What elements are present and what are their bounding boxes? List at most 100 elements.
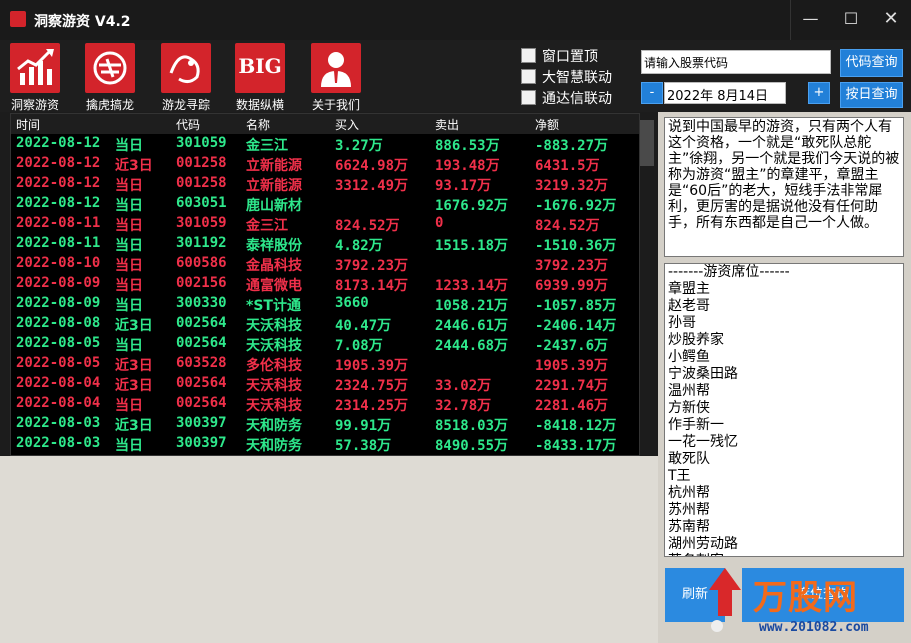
seat-list-item[interactable]: 著名刺客 (668, 553, 900, 556)
title-bar: 洞察游资 V4.2 — ☐ ✕ (0, 0, 911, 40)
tool-tiger-button[interactable]: 擒虎搞龙 (79, 43, 141, 113)
cell-code: 300330 (176, 295, 227, 311)
table-row[interactable]: 2022-08-09 当日 300330 *ST计通 3660 1058.21万 -1057… (11, 294, 639, 314)
table-row[interactable]: 2022-08-03 当日 300397 天和防务 57.38万 8490.55万 -843… (11, 434, 639, 454)
tool-about-button[interactable]: 关于我们 (305, 43, 367, 113)
date-query-button[interactable]: 按日查询 (840, 82, 903, 108)
cell-name: 天沃科技 (246, 338, 302, 354)
table-row[interactable]: 2022-08-04 当日 002564 天沃科技 2314.25万 32.78万 2281… (11, 394, 639, 414)
seat-list-item[interactable]: T王 (668, 468, 900, 485)
seat-list-item[interactable]: 苏南帮 (668, 519, 900, 536)
minimize-button[interactable]: — (790, 0, 830, 40)
cell-sell: 93.17万 (435, 178, 492, 194)
date-picker[interactable]: 2022年 8月14日 (664, 82, 786, 104)
cell-name: 立新能源 (246, 178, 302, 194)
cell-net: 6939.99万 (535, 278, 609, 294)
cell-buy: 3.27万 (335, 138, 383, 154)
cell-name: 天和防务 (246, 418, 302, 434)
seat-list-item[interactable]: 苏州帮 (668, 502, 900, 519)
table-row[interactable]: 2022-08-11 当日 301059 金三江 824.52万 0 824.52万 (11, 214, 639, 234)
cell-buy: 4.82万 (335, 238, 383, 254)
seat-list-item[interactable]: 赵老哥 (668, 298, 900, 315)
table-row[interactable]: 2022-08-09 当日 002156 通富微电 8173.14万 1233.14万 69… (11, 274, 639, 294)
always-on-top-checkbox[interactable]: 窗口置顶 (521, 46, 598, 66)
seat-list-item[interactable]: 宁波桑田路 (668, 366, 900, 383)
cell-sell: 1233.14万 (435, 278, 509, 294)
date-minus-button[interactable]: - (641, 82, 663, 104)
cell-date: 2022-08-03 (16, 415, 101, 431)
cell-name: 天沃科技 (246, 398, 302, 414)
seat-list-item[interactable]: 作手新一 (668, 417, 900, 434)
seat-list-item[interactable]: 敢死队 (668, 451, 900, 468)
cell-code: 002156 (176, 275, 227, 291)
cell-buy: 3660 (335, 295, 369, 311)
cell-sell: 8518.03万 (435, 418, 509, 434)
header-net: 净额 (535, 118, 560, 132)
cell-code: 300397 (176, 415, 227, 431)
cell-period: 当日 (115, 238, 143, 254)
cell-buy: 3792.23万 (335, 258, 409, 274)
table-row[interactable]: 2022-08-08 近3日 002564 天沃科技 40.47万 2446.61万 -24… (11, 314, 639, 334)
seat-list[interactable]: -------游资席位------ 章盟主 赵老哥 孙哥 炒股养家 小鳄鱼 宁波桑田路 温州… (664, 263, 904, 557)
cell-period: 当日 (115, 338, 143, 354)
table-scrollbar[interactable] (640, 120, 654, 166)
seat-list-item[interactable]: 杭州帮 (668, 485, 900, 502)
table-row[interactable]: 2022-08-04 近3日 002564 天沃科技 2324.75万 33.02万 229… (11, 374, 639, 394)
seat-list-header: -------游资席位------ (668, 264, 790, 280)
cell-date: 2022-08-12 (16, 135, 101, 151)
cell-code: 603051 (176, 195, 227, 211)
stock-code-input[interactable] (641, 50, 831, 74)
cell-period: 当日 (115, 258, 143, 274)
cell-code: 300397 (176, 435, 227, 451)
table-row[interactable]: 2022-08-12 当日 603051 鹿山新材 1676.92万 -1676.92万 (11, 194, 639, 214)
table-row[interactable]: 2022-08-11 当日 301192 泰祥股份 4.82万 1515.18万 -1510… (11, 234, 639, 254)
table-row[interactable]: 2022-08-03 近3日 300397 天和防务 99.91万 8518.03万 -84… (11, 414, 639, 434)
cell-period: 近3日 (115, 418, 153, 434)
cell-date: 2022-08-12 (16, 175, 101, 191)
tool-label: 游龙寻踪 (161, 98, 210, 112)
cell-sell: 33.02万 (435, 378, 492, 394)
seat-list-item[interactable]: 章盟主 (668, 281, 900, 298)
dzh-link-checkbox[interactable]: 大智慧联动 (521, 67, 612, 87)
seat-list-item[interactable]: 温州帮 (668, 383, 900, 400)
cell-net: -1057.85万 (535, 298, 617, 314)
code-query-button[interactable]: 代码查询 (840, 49, 903, 77)
close-button[interactable]: ✕ (871, 0, 911, 40)
table-row[interactable]: 2022-08-12 当日 301059 金三江 3.27万 886.53万 -883.27… (11, 134, 639, 154)
tool-data-button[interactable]: BIG 数据纵横 (229, 43, 291, 113)
tool-label: 数据纵横 (235, 98, 284, 112)
table-row[interactable]: 2022-08-05 当日 002564 天沃科技 7.08万 2444.68万 -2437… (11, 334, 639, 354)
cell-date: 2022-08-03 (16, 435, 101, 451)
table-row[interactable]: 2022-08-10 当日 600586 金晶科技 3792.23万 3792.23万 (11, 254, 639, 274)
seat-list-item[interactable]: 孙哥 (668, 315, 900, 332)
cell-date: 2022-08-12 (16, 155, 101, 171)
cell-date: 2022-08-09 (16, 295, 101, 311)
cell-code: 002564 (176, 335, 227, 351)
up-arrow-icon (709, 568, 741, 632)
header-code: 代码 (176, 118, 201, 132)
table-row[interactable]: 2022-08-12 近3日 001258 立新能源 6624.98万 193.48万 64… (11, 154, 639, 174)
cell-period: 当日 (115, 438, 143, 454)
seat-list-item[interactable]: 湖州劳动路 (668, 536, 900, 553)
cell-net: 2281.46万 (535, 398, 609, 414)
seat-list-item[interactable]: 炒股养家 (668, 332, 900, 349)
seat-list-item[interactable]: 一花一残忆 (668, 434, 900, 451)
maximize-button[interactable]: ☐ (831, 0, 871, 40)
cell-code: 301192 (176, 235, 227, 251)
tool-insight-button[interactable]: 洞察游资 (4, 43, 66, 113)
header-sell: 卖出 (435, 118, 460, 132)
cell-sell: 2446.61万 (435, 318, 509, 334)
table-row[interactable]: 2022-08-12 当日 001258 立新能源 3312.49万 93.17万 3219… (11, 174, 639, 194)
cell-period: 当日 (115, 218, 143, 234)
tool-dragon-button[interactable]: 游龙寻踪 (155, 43, 217, 113)
cell-period: 当日 (115, 298, 143, 314)
seat-list-item[interactable]: 小鳄鱼 (668, 349, 900, 366)
cell-date: 2022-08-08 (16, 315, 101, 331)
table-row[interactable]: 2022-08-05 近3日 603528 多伦科技 1905.39万 1905.39万 (11, 354, 639, 374)
date-plus-button[interactable]: + (808, 82, 830, 104)
seat-list-item[interactable]: 方新侠 (668, 400, 900, 417)
watermark-url: www.201082.com (759, 620, 869, 635)
empty-area (0, 456, 658, 643)
cell-period: 近3日 (115, 158, 153, 174)
tdx-link-checkbox[interactable]: 通达信联动 (521, 88, 612, 108)
